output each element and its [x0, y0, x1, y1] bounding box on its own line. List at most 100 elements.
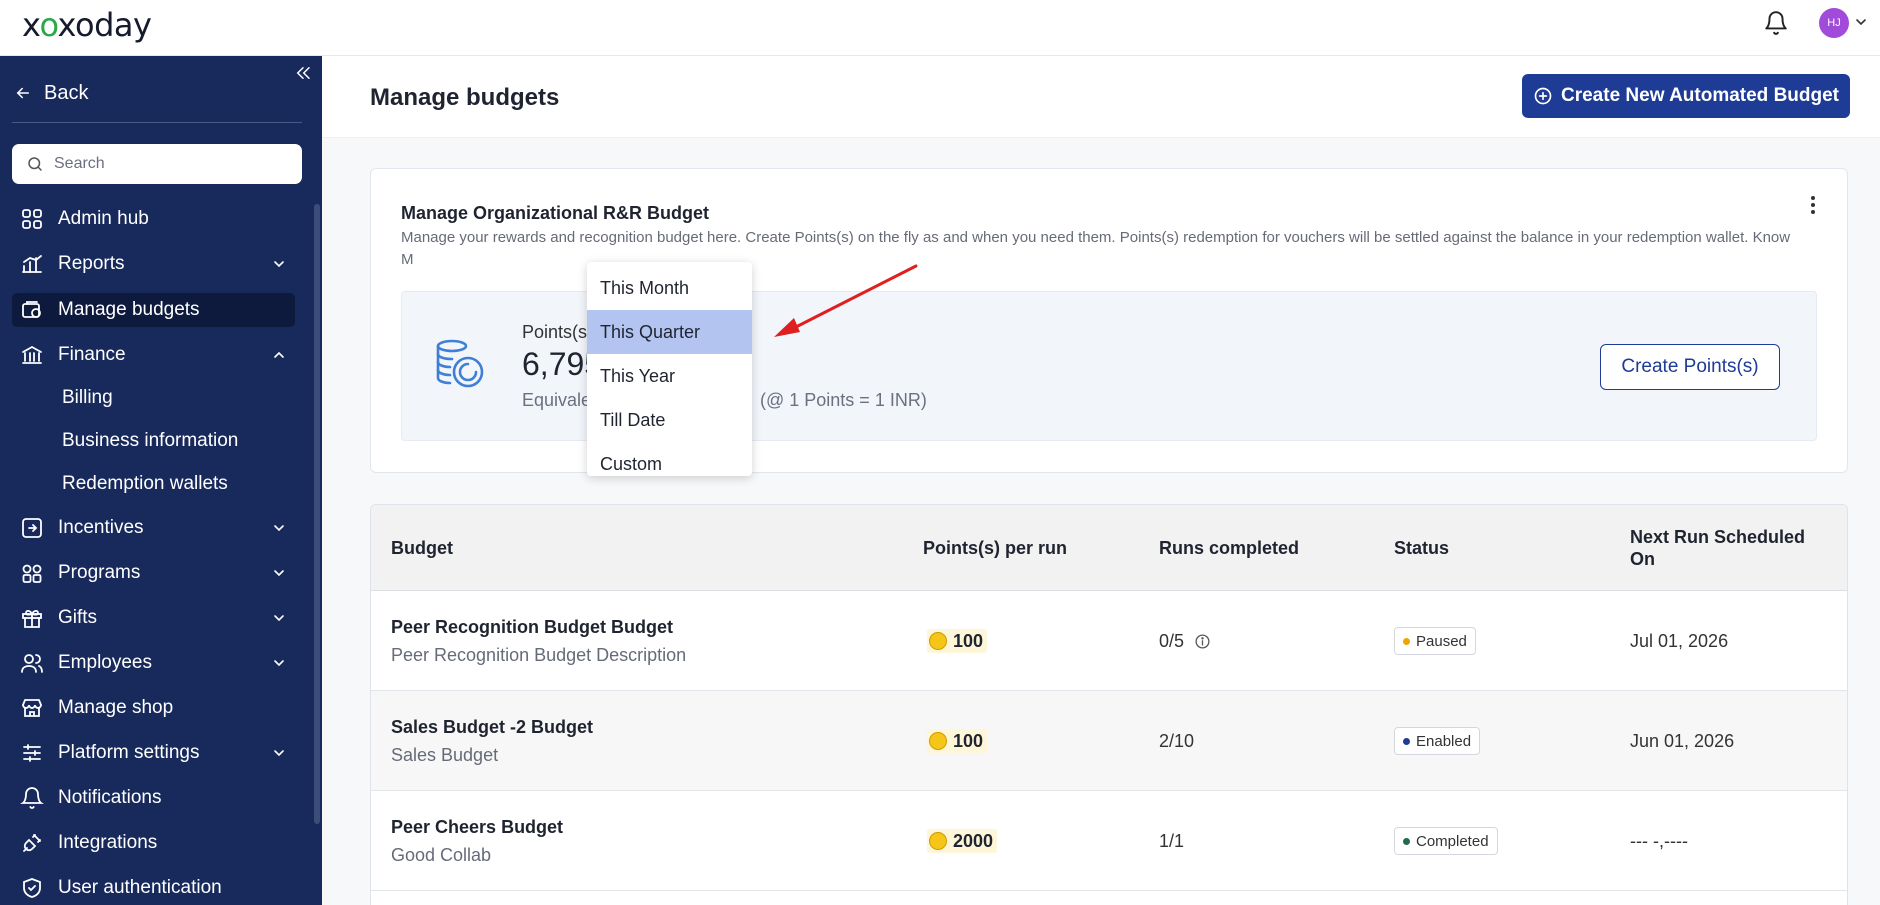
points-per-run: 100	[927, 729, 988, 753]
budget-name: Sales Budget -2 Budget	[391, 717, 594, 737]
equivalent-label: Equivale	[522, 390, 592, 410]
status-dot	[1403, 637, 1410, 645]
points-per-run: 100	[927, 629, 988, 653]
points-label: Points(s	[522, 322, 588, 342]
runs-value: 0/5	[1159, 631, 1185, 651]
chevron-down-icon[interactable]	[1853, 14, 1869, 30]
sidebar-item-platform-settings[interactable]: Platform settings	[12, 736, 295, 770]
runs-completed: 2/10	[1159, 731, 1194, 752]
sidebar-item-admin-hub[interactable]: Admin hub	[12, 202, 295, 236]
plug-icon	[23, 834, 41, 852]
sidebar-item-label: Employees	[58, 652, 152, 673]
sidebar-subitem-billing[interactable]: Billing	[62, 383, 113, 413]
collapse-sidebar-icon[interactable]	[294, 64, 312, 82]
user-avatar[interactable]: HJ	[1819, 8, 1849, 38]
column-header-status[interactable]: Status	[1394, 537, 1449, 559]
conversion-rate: (@ 1 Points = 1 INR)	[760, 390, 927, 410]
next-run-date: Jun 01, 2026	[1630, 731, 1735, 751]
table-row[interactable]: Peer Cheers Budget Good Collab 2000 1/1 …	[371, 791, 1847, 891]
back-button[interactable]: Back	[14, 78, 88, 108]
chevron-down-icon	[274, 525, 284, 532]
sidebar-item-reports[interactable]: Reports	[12, 247, 295, 281]
sidebar-item-integrations[interactable]: Integrations	[12, 826, 295, 860]
coin-icon	[929, 632, 947, 650]
search-icon	[28, 157, 42, 171]
back-label: Back	[44, 81, 89, 104]
status-label: Paused	[1416, 632, 1467, 650]
more-options-icon[interactable]	[1803, 193, 1823, 217]
sidebar: Back Admin hub Reports Manage budgets Fi…	[0, 56, 322, 905]
sidebar-item-label: Platform settings	[58, 742, 200, 763]
chevron-down-icon	[274, 750, 284, 757]
programs-icon	[22, 564, 42, 583]
sidebar-item-notifications[interactable]: Notifications	[12, 781, 295, 815]
status-label: Enabled	[1416, 732, 1472, 750]
runs-value: 2/10	[1159, 731, 1195, 751]
next-run-date: Jul 01, 2026	[1630, 631, 1729, 651]
budget-name: Peer Recognition Budget Budget	[391, 617, 674, 637]
bell-icon[interactable]	[1763, 10, 1789, 36]
status-badge: Completed	[1394, 827, 1498, 855]
sidebar-item-finance[interactable]: Finance	[12, 338, 295, 372]
sidebar-item-gifts[interactable]: Gifts	[12, 601, 295, 635]
sidebar-item-manage-shop[interactable]: Manage shop	[12, 691, 295, 725]
grid-icon	[22, 209, 42, 229]
sidebar-item-label: Incentives	[58, 517, 144, 538]
period-dropdown-menu: This Month This Quarter This Year Till D…	[587, 262, 752, 476]
status-dot	[1403, 737, 1410, 745]
org-budget-title: Manage Organizational R&R Budget	[401, 203, 710, 223]
sidebar-item-employees[interactable]: Employees	[12, 646, 295, 680]
chevron-down-icon	[274, 261, 284, 268]
create-automated-budget-button[interactable]: Create New Automated Budget	[1522, 74, 1850, 118]
sidebar-subitem-business-information[interactable]: Business information	[62, 426, 238, 456]
runs-value: 1/1	[1159, 831, 1185, 851]
chevron-down-icon	[274, 615, 284, 622]
sidebar-item-label: Gifts	[58, 607, 98, 628]
budget-description: Peer Recognition Budget Description	[391, 645, 687, 665]
sidebar-divider	[12, 122, 302, 123]
arrow-left-icon	[16, 87, 29, 99]
chevron-down-icon	[274, 570, 284, 577]
coin-icon	[929, 832, 947, 850]
runs-completed: 1/1	[1159, 831, 1184, 852]
budget-description: Sales Budget	[391, 745, 499, 765]
budget-name: Peer Cheers Budget	[391, 817, 564, 837]
period-option-this-year[interactable]: This Year	[587, 354, 752, 398]
runs-completed: 0/5	[1159, 631, 1211, 652]
period-option-this-quarter[interactable]: This Quarter	[587, 310, 752, 354]
sidebar-item-incentives[interactable]: Incentives	[12, 511, 295, 545]
chevron-down-icon	[274, 660, 284, 667]
users-icon	[21, 654, 43, 673]
table-row[interactable]: Peer Recognition Budget Budget Peer Reco…	[371, 591, 1847, 691]
sidebar-item-label: Notifications	[58, 787, 162, 808]
sidebar-item-manage-budgets[interactable]: Manage budgets	[12, 293, 295, 327]
sidebar-item-user-authentication[interactable]: User authentication	[12, 871, 295, 905]
info-icon[interactable]	[1194, 633, 1211, 650]
sidebar-item-programs[interactable]: Programs	[12, 556, 295, 590]
incentive-icon	[22, 518, 42, 538]
chevron-up-icon	[274, 351, 284, 358]
sidebar-scrollbar[interactable]	[314, 204, 320, 824]
column-header-points-per-run[interactable]: Points(s) per run	[923, 537, 1067, 559]
status-badge: Enabled	[1394, 727, 1481, 755]
annotation-arrow	[774, 264, 918, 337]
sidebar-subitem-redemption-wallets[interactable]: Redemption wallets	[62, 469, 228, 499]
column-header-budget[interactable]: Budget	[391, 537, 453, 559]
status-dot	[1403, 837, 1410, 845]
search-input[interactable]	[54, 155, 274, 173]
coins-stack-icon	[436, 339, 484, 388]
period-option-this-month[interactable]: This Month	[587, 266, 752, 310]
sidebar-item-label: Reports	[58, 253, 125, 274]
page-header: Manage budgets Create New Automated Budg…	[322, 56, 1880, 138]
sidebar-item-label: Programs	[58, 562, 141, 583]
table-row[interactable]: Sales Budget -2 Budget Sales Budget 100 …	[371, 691, 1847, 791]
bell-icon	[20, 787, 44, 809]
xoxoday-logo[interactable]: xoxoday	[22, 6, 152, 44]
column-header-next-run[interactable]: Next Run Scheduled On	[1630, 526, 1830, 570]
shop-icon	[22, 699, 42, 717]
column-header-runs-completed[interactable]: Runs completed	[1159, 537, 1299, 559]
period-option-till-date[interactable]: Till Date	[587, 398, 752, 442]
create-points-button[interactable]: Create Points(s)	[1600, 344, 1780, 390]
period-option-custom[interactable]: Custom	[587, 442, 752, 486]
top-bar: xoxoday HJ	[0, 0, 1880, 56]
